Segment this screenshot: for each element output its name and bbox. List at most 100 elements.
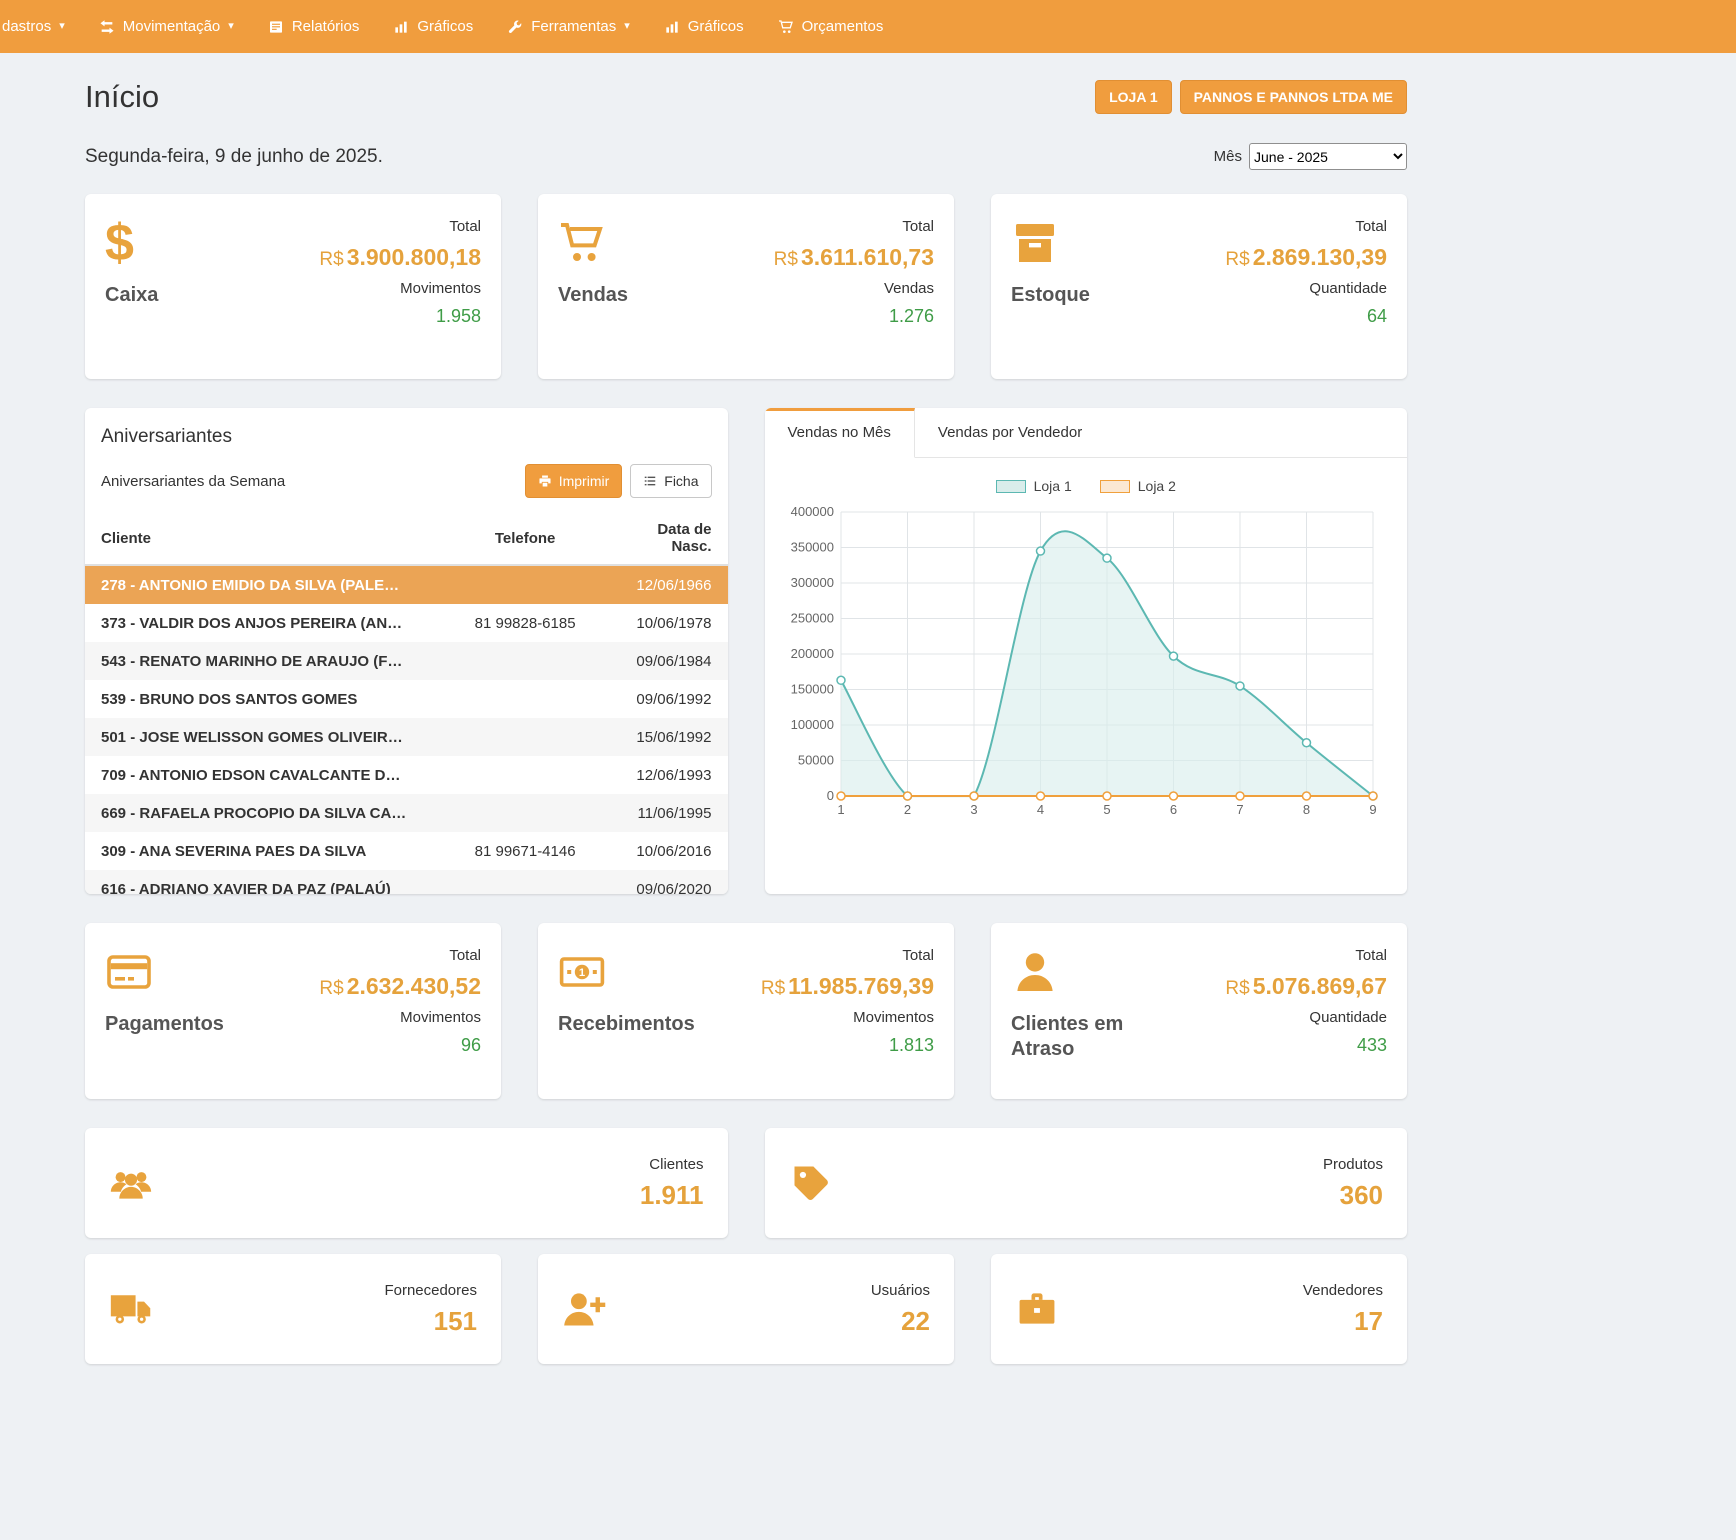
tag-icon bbox=[789, 1158, 833, 1208]
table-row[interactable]: 278 - ANTONIO EMIDIO DA SILVA (PALE… 12/… bbox=[85, 565, 728, 604]
summary-row: $ Caixa Total R$3.900.800,18 Movimentos … bbox=[85, 194, 1407, 379]
card-values: Total R$5.076.869,67 Quantidade 433 bbox=[1225, 947, 1387, 1075]
ficha-button-label: Ficha bbox=[664, 473, 698, 489]
company-button[interactable]: PANNOS E PANNOS LTDA ME bbox=[1180, 80, 1407, 114]
nav-item-graficos-2[interactable]: Gráficos bbox=[647, 0, 761, 53]
birthdate-cell: 15/06/1992 bbox=[599, 718, 728, 756]
estoque-card: Estoque Total R$2.869.130,39 Quantidade … bbox=[991, 194, 1407, 379]
card-values: Produtos 360 bbox=[1323, 1156, 1383, 1211]
phone-cell bbox=[451, 642, 599, 680]
svg-text:9: 9 bbox=[1369, 802, 1376, 817]
table-row[interactable]: 539 - BRUNO DOS SANTOS GOMES 09/06/1992 bbox=[85, 680, 728, 718]
birthdays-title: Aniversariantes bbox=[85, 408, 728, 460]
legend-label: Loja 2 bbox=[1138, 478, 1176, 494]
total-label: Total bbox=[902, 947, 934, 964]
card-label: Fornecedores bbox=[384, 1282, 477, 1299]
print-button-label: Imprimir bbox=[559, 473, 610, 489]
main-content: Início LOJA 1 PANNOS E PANNOS LTDA ME Se… bbox=[85, 53, 1407, 1364]
phone-cell bbox=[451, 718, 599, 756]
user-plus-icon bbox=[562, 1284, 606, 1334]
middle-row: Aniversariantes Aniversariantes da Seman… bbox=[85, 408, 1407, 894]
produtos-card: Produtos 360 bbox=[765, 1128, 1408, 1238]
tab-vendas-no-mes[interactable]: Vendas no Mês bbox=[765, 408, 915, 458]
table-row[interactable]: 543 - RENATO MARINHO DE ARAUJO (F… 09/06… bbox=[85, 642, 728, 680]
birthdate-cell: 10/06/1978 bbox=[599, 604, 728, 642]
nav-item-cadastros[interactable]: dastros ▾ bbox=[0, 0, 82, 53]
svg-text:7: 7 bbox=[1236, 802, 1243, 817]
date-text: Segunda-feira, 9 de junho de 2025. bbox=[85, 146, 383, 168]
legend-item: Loja 1 bbox=[996, 478, 1072, 494]
nav-item-orcamentos[interactable]: Orçamentos bbox=[761, 0, 901, 53]
sales-tabs: Vendas no Mês Vendas por Vendedor bbox=[765, 408, 1408, 458]
nav-item-graficos[interactable]: Gráficos bbox=[376, 0, 490, 53]
table-row[interactable]: 309 - ANA SEVERINA PAES DA SILVA 81 9967… bbox=[85, 832, 728, 870]
card-label: Clientes bbox=[640, 1156, 704, 1173]
table-row[interactable]: 709 - ANTONIO EDSON CAVALCANTE D… 12/06/… bbox=[85, 756, 728, 794]
month-select[interactable]: June - 2025 bbox=[1249, 143, 1407, 170]
legend-item: Loja 2 bbox=[1100, 478, 1176, 494]
total-label: Total bbox=[449, 218, 481, 235]
birthdate-cell: 11/06/1995 bbox=[599, 794, 728, 832]
pagamentos-card: Pagamentos Total R$2.632.430,52 Moviment… bbox=[85, 923, 501, 1099]
clientes-card: Clientes 1.911 bbox=[85, 1128, 728, 1238]
phone-cell bbox=[451, 565, 599, 604]
table-row[interactable]: 373 - VALDIR DOS ANJOS PEREIRA (AN… 81 9… bbox=[85, 604, 728, 642]
table-row[interactable]: 616 - ADRIANO XAVIER DA PAZ (PALAÚ) 09/0… bbox=[85, 870, 728, 894]
column-header-telefone: Telefone bbox=[451, 512, 599, 565]
svg-text:4: 4 bbox=[1036, 802, 1043, 817]
svg-text:1: 1 bbox=[579, 967, 585, 979]
birthdate-cell: 12/06/1993 bbox=[599, 756, 728, 794]
client-cell: 309 - ANA SEVERINA PAES DA SILVA bbox=[85, 832, 451, 870]
card-label: Produtos bbox=[1323, 1156, 1383, 1173]
count-label: Movimentos bbox=[853, 1009, 934, 1026]
count-label: Movimentos bbox=[400, 1009, 481, 1026]
client-cell: 543 - RENATO MARINHO DE ARAUJO (F… bbox=[85, 642, 451, 680]
card-value: 17 bbox=[1303, 1306, 1383, 1337]
legend-swatch bbox=[1100, 480, 1130, 493]
client-cell: 616 - ADRIANO XAVIER DA PAZ (PALAÚ) bbox=[85, 870, 451, 894]
svg-text:6: 6 bbox=[1169, 802, 1176, 817]
svg-text:200000: 200000 bbox=[790, 646, 833, 661]
birthdays-card: Aniversariantes Aniversariantes da Seman… bbox=[85, 408, 728, 894]
store-button[interactable]: LOJA 1 bbox=[1095, 80, 1172, 114]
table-row[interactable]: 501 - JOSE WELISSON GOMES OLIVEIR… 15/06… bbox=[85, 718, 728, 756]
svg-text:350000: 350000 bbox=[790, 540, 833, 555]
count-value: 96 bbox=[461, 1035, 481, 1056]
svg-text:250000: 250000 bbox=[790, 611, 833, 626]
caret-down-icon: ▾ bbox=[228, 21, 234, 32]
print-button[interactable]: Imprimir bbox=[525, 464, 623, 498]
nav-item-relatorios[interactable]: Relatórios bbox=[251, 0, 377, 53]
card-values: Total R$2.869.130,39 Quantidade 64 bbox=[1225, 218, 1387, 355]
card-title: Recebimentos bbox=[558, 1012, 695, 1037]
count-value: 1.276 bbox=[889, 306, 934, 327]
client-cell: 278 - ANTONIO EMIDIO DA SILVA (PALE… bbox=[85, 565, 451, 604]
card-values: Fornecedores 151 bbox=[384, 1282, 477, 1337]
count-value: 64 bbox=[1367, 306, 1387, 327]
header-buttons: LOJA 1 PANNOS E PANNOS LTDA ME bbox=[1095, 80, 1407, 114]
chart-legend: Loja 1 Loja 2 bbox=[783, 478, 1390, 494]
nav-item-ferramentas[interactable]: Ferramentas ▾ bbox=[490, 0, 647, 53]
table-header-row: Cliente Telefone Data de Nasc. bbox=[85, 512, 728, 565]
page-title: Início bbox=[85, 79, 159, 115]
ficha-button[interactable]: Ficha bbox=[630, 464, 711, 498]
total-label: Total bbox=[902, 218, 934, 235]
table-row[interactable]: 669 - RAFAELA PROCOPIO DA SILVA CA… 11/0… bbox=[85, 794, 728, 832]
phone-cell bbox=[451, 794, 599, 832]
birthdate-cell: 12/06/1966 bbox=[599, 565, 728, 604]
fornecedores-card: Fornecedores 151 bbox=[85, 1254, 501, 1364]
credit-card-icon bbox=[105, 947, 224, 997]
phone-cell bbox=[451, 756, 599, 794]
bar-chart-icon bbox=[393, 19, 409, 35]
month-picker: Mês June - 2025 bbox=[1214, 143, 1407, 170]
caret-down-icon: ▾ bbox=[59, 21, 65, 32]
exchange-icon bbox=[99, 19, 115, 35]
total-value: R$2.869.130,39 bbox=[1225, 244, 1387, 271]
phone-cell bbox=[451, 680, 599, 718]
card-left: Estoque bbox=[1011, 218, 1090, 355]
count-label: Quantidade bbox=[1309, 280, 1387, 297]
tab-vendas-por-vendedor[interactable]: Vendas por Vendedor bbox=[915, 408, 1105, 457]
nav-item-movimentacao[interactable]: Movimentação ▾ bbox=[82, 0, 251, 53]
svg-text:8: 8 bbox=[1302, 802, 1309, 817]
card-title: Clientes em Atraso bbox=[1011, 1012, 1184, 1062]
card-left: Vendas bbox=[558, 218, 628, 355]
